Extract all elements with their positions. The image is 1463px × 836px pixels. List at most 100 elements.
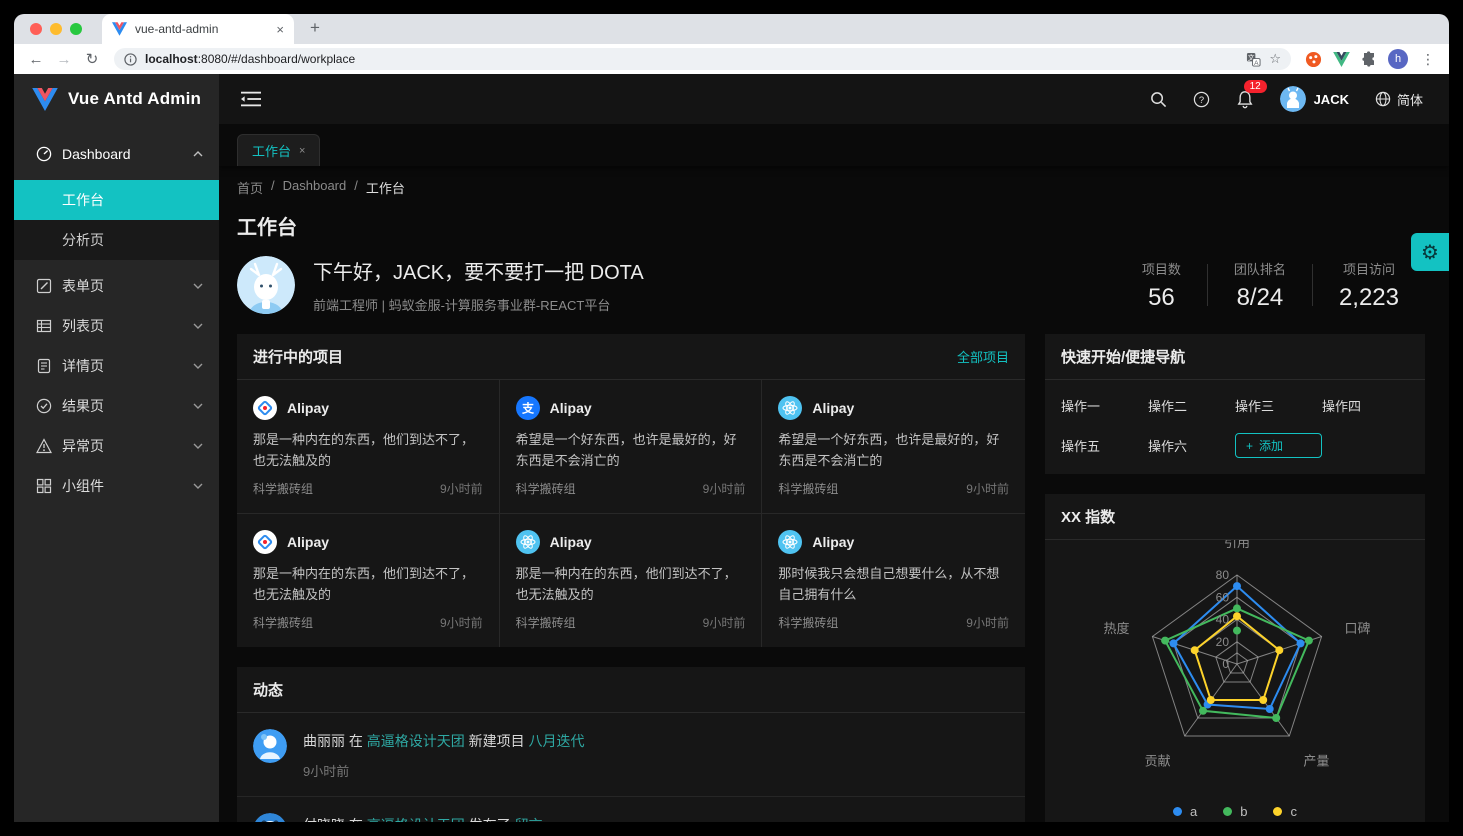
legend-item[interactable]: c xyxy=(1273,804,1297,819)
language-switch[interactable]: 简体 xyxy=(1375,90,1423,109)
settings-gear-button[interactable]: ⚙ xyxy=(1411,233,1449,271)
tab-close-icon[interactable]: × xyxy=(276,23,284,36)
antd-logo-icon xyxy=(253,530,277,554)
project-card[interactable]: Alipay那是一种内在的东西，他们到达不了，也无法触及的科学搬砖组9小时前 xyxy=(237,514,500,647)
project-time: 9小时前 xyxy=(966,480,1009,497)
breadcrumb-separator: / xyxy=(354,178,358,197)
browser-tab[interactable]: vue-antd-admin × xyxy=(102,14,294,44)
project-group[interactable]: 科学搬砖组 xyxy=(253,614,313,631)
project-desc: 那是一种内在的东西，他们到达不了，也无法触及的 xyxy=(516,564,746,606)
translate-icon[interactable]: 文A xyxy=(1246,52,1261,67)
stat-visits: 项目访问 2,223 xyxy=(1313,259,1425,312)
zoom-window-button[interactable] xyxy=(70,23,82,35)
activity-item[interactable]: 曲丽丽 在 高逼格设计天团 新建项目 八月迭代 9小时前 xyxy=(237,713,1025,797)
project-group[interactable]: 科学搬砖组 xyxy=(778,614,838,631)
sidebar: Dashboard 工作台 分析页 表单页 列表页 详情页 xyxy=(14,124,219,822)
quicknav-link[interactable]: 操作四 xyxy=(1322,396,1409,415)
activity-target-link[interactable]: 留言 xyxy=(515,817,543,822)
legend-item[interactable]: a xyxy=(1173,804,1197,819)
browser-profile-avatar[interactable]: h xyxy=(1388,49,1408,69)
minimize-window-button[interactable] xyxy=(50,23,62,35)
project-name[interactable]: Alipay xyxy=(812,400,854,416)
user-menu[interactable]: JACK xyxy=(1280,86,1349,112)
project-desc: 那是一种内在的东西，他们到达不了，也无法触及的 xyxy=(253,564,483,606)
page-tab-workplace[interactable]: 工作台 × xyxy=(237,134,320,166)
project-card[interactable]: Alipay那是一种内在的东西，他们到达不了，也无法触及的科学搬砖组9小时前 xyxy=(237,380,500,514)
activity-user[interactable]: 付晓晓 xyxy=(303,817,345,822)
activity-user[interactable]: 曲丽丽 xyxy=(303,733,345,749)
quicknav-link[interactable]: 操作六 xyxy=(1148,436,1235,455)
sidebar-item-exception[interactable]: 异常页 xyxy=(14,426,219,466)
help-icon[interactable]: ? xyxy=(1193,91,1210,108)
greeting-title: 下午好，JACK，要不要打一把 DOTA xyxy=(313,256,644,285)
dashboard-submenu: 工作台 分析页 xyxy=(14,180,219,260)
bookmark-star-icon[interactable]: ☆ xyxy=(1269,51,1281,67)
quicknav-link[interactable]: 操作五 xyxy=(1061,436,1148,455)
sidebar-item-result[interactable]: 结果页 xyxy=(14,386,219,426)
address-bar[interactable]: localhost:8080/#/dashboard/workplace 文A … xyxy=(114,48,1291,70)
project-name[interactable]: Alipay xyxy=(287,400,329,416)
reload-icon[interactable]: ↻ xyxy=(80,50,104,68)
all-projects-link[interactable]: 全部项目 xyxy=(957,347,1009,366)
sidebar-item-dashboard[interactable]: Dashboard xyxy=(14,134,219,174)
page-scroll-area: 首页 / Dashboard / 工作台 工作台 xyxy=(219,166,1449,822)
back-icon[interactable]: ← xyxy=(24,51,48,68)
vue-favicon xyxy=(112,22,127,36)
chevron-down-icon xyxy=(193,283,203,289)
browser-menu-icon[interactable]: ⋮ xyxy=(1421,51,1435,68)
antd-logo-icon xyxy=(253,396,277,420)
project-name[interactable]: Alipay xyxy=(550,534,592,550)
breadcrumb-home[interactable]: 首页 xyxy=(237,178,263,197)
extension-vue-icon[interactable] xyxy=(1332,50,1350,68)
quicknav-grid: 操作一 操作二 操作三 操作四 操作五 操作六 +添加 xyxy=(1045,380,1425,474)
project-name[interactable]: Alipay xyxy=(287,534,329,550)
breadcrumb-dashboard[interactable]: Dashboard xyxy=(283,178,347,197)
quicknav-link[interactable]: 操作二 xyxy=(1148,396,1235,415)
projects-title: 进行中的项目 xyxy=(253,346,957,367)
stat-label: 项目访问 xyxy=(1339,259,1399,278)
sidebar-item-workplace[interactable]: 工作台 xyxy=(14,180,219,220)
app-logo[interactable]: Vue Antd Admin xyxy=(14,74,219,124)
radar-legend[interactable]: a b c xyxy=(1045,802,1425,822)
project-group[interactable]: 科学搬砖组 xyxy=(516,614,576,631)
search-icon[interactable] xyxy=(1150,91,1167,108)
close-window-button[interactable] xyxy=(30,23,42,35)
window-controls[interactable] xyxy=(14,14,98,44)
add-button[interactable]: +添加 xyxy=(1235,433,1322,458)
project-card[interactable]: 支Alipay希望是一个好东西，也许是最好的，好东西是不会消亡的科学搬砖组9小时… xyxy=(500,380,763,514)
project-group[interactable]: 科学搬砖组 xyxy=(778,480,838,497)
svg-text:40: 40 xyxy=(1216,613,1230,627)
sidebar-item-widgets[interactable]: 小组件 xyxy=(14,466,219,506)
tab-close-icon[interactable]: × xyxy=(299,145,305,157)
logo-text: Vue Antd Admin xyxy=(68,89,201,109)
extension-orange-icon[interactable] xyxy=(1304,50,1322,68)
breadcrumb: 首页 / Dashboard / 工作台 xyxy=(237,178,1425,197)
activity-team-link[interactable]: 高逼格设计天团 xyxy=(367,817,465,822)
sidebar-item-form[interactable]: 表单页 xyxy=(14,266,219,306)
sidebar-item-list[interactable]: 列表页 xyxy=(14,306,219,346)
notification-bell-icon[interactable]: 12 xyxy=(1236,90,1254,109)
sidebar-item-analysis[interactable]: 分析页 xyxy=(14,220,219,260)
new-tab-button[interactable]: + xyxy=(310,18,320,38)
url-text[interactable]: localhost:8080/#/dashboard/workplace xyxy=(145,52,1238,66)
project-name[interactable]: Alipay xyxy=(812,534,854,550)
project-card[interactable]: Alipay那是一种内在的东西，他们到达不了，也无法触及的科学搬砖组9小时前 xyxy=(500,514,763,647)
extensions-puzzle-icon[interactable] xyxy=(1360,50,1378,68)
quicknav-link[interactable]: 操作一 xyxy=(1061,396,1148,415)
user-name: JACK xyxy=(1314,92,1349,107)
project-card[interactable]: Alipay希望是一个好东西，也许是最好的，好东西是不会消亡的科学搬砖组9小时前 xyxy=(762,380,1025,514)
activity-team-link[interactable]: 高逼格设计天团 xyxy=(367,733,465,749)
activity-item[interactable]: 付晓晓 在 高逼格设计天团 发布了 留言 9小时前 xyxy=(237,797,1025,822)
project-card[interactable]: Alipay那时候我只会想自己想要什么，从不想自己拥有什么科学搬砖组9小时前 xyxy=(762,514,1025,647)
menu-fold-icon[interactable] xyxy=(241,90,261,108)
activity-target-link[interactable]: 八月迭代 xyxy=(529,733,585,749)
svg-text:产量: 产量 xyxy=(1303,753,1329,768)
project-group[interactable]: 科学搬砖组 xyxy=(253,480,313,497)
project-group[interactable]: 科学搬砖组 xyxy=(516,480,576,497)
forward-icon[interactable]: → xyxy=(52,51,76,68)
sidebar-item-detail[interactable]: 详情页 xyxy=(14,346,219,386)
quicknav-link[interactable]: 操作三 xyxy=(1235,396,1322,415)
svg-text:口碑: 口碑 xyxy=(1345,621,1371,636)
legend-item[interactable]: b xyxy=(1223,804,1247,819)
project-name[interactable]: Alipay xyxy=(550,400,592,416)
